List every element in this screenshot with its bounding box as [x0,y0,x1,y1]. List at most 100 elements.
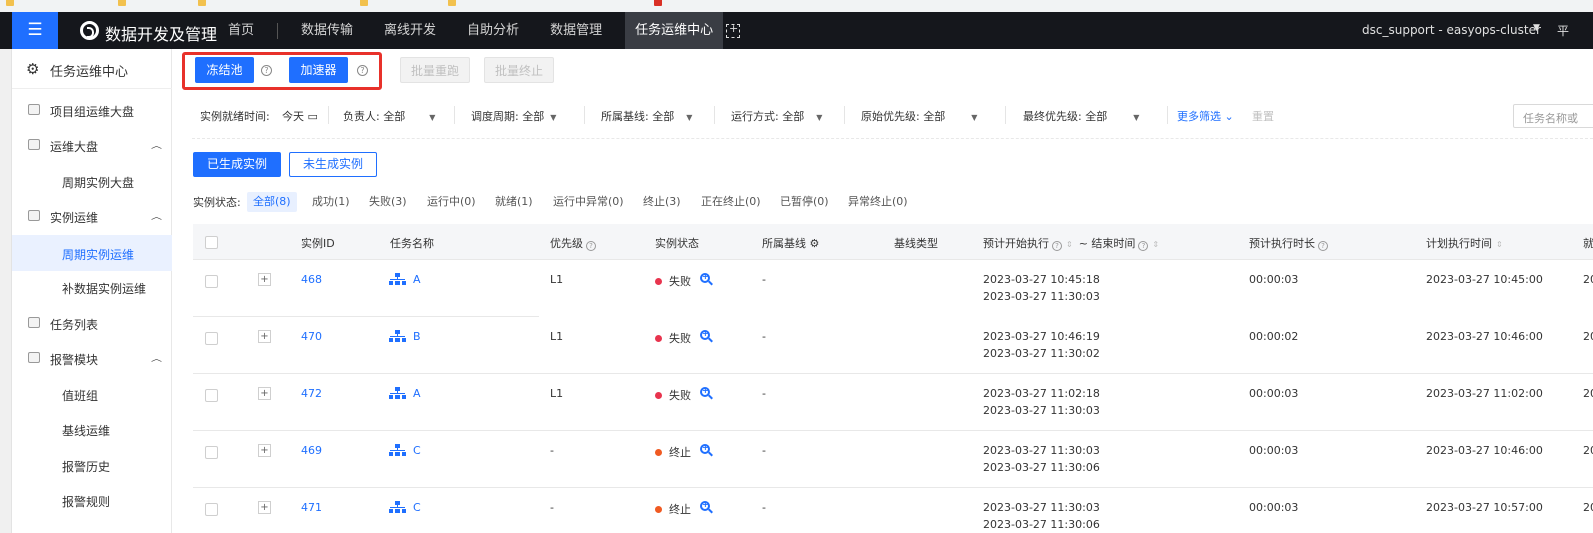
user-cluster-switcher[interactable]: dsc_support - easyops-cluster [1362,23,1541,37]
tab-not-generated-instances[interactable]: 未生成实例 [289,152,378,177]
nav-home[interactable]: 首页 [220,12,262,49]
nav-task-ops-center[interactable]: 任务运维中心 [625,12,724,49]
status-chip-paused[interactable]: 已暂停(0) [774,192,835,212]
task-name-link[interactable]: C [413,444,421,457]
nav-data-transfer[interactable]: 数据传输 [293,12,361,49]
col-plan-time-label: 计划执行时间 [1426,237,1492,250]
table-row[interactable]: +470 B L1 失败 + - 2023-03-27 10:46:19 2023-03-27… [193,317,1593,374]
zoom-in-icon[interactable]: + [700,386,713,400]
annotation-highlight-box [182,52,382,90]
sort-icon[interactable]: ⇕ [1066,240,1073,249]
dag-tree-icon [389,444,406,457]
nav-data-management[interactable]: 数据管理 [542,12,610,49]
sidebar-item-alarm-module[interactable]: 报警模块 ︿ [12,342,172,374]
sidebar-item-alarm-history[interactable]: 报警历史 [12,449,172,481]
zoom-in-icon[interactable]: + [700,500,713,514]
batch-rerun-button[interactable]: 批量重跑 [400,57,470,83]
cycle-filter[interactable]: 调度周期: 全部 ▼ [471,108,556,124]
reset-button[interactable]: 重置 [1252,108,1274,124]
status-chip-stopping[interactable]: 正在终止(0) [695,192,767,212]
end-time-value: 2023-03-27 11:30:06 [983,461,1100,474]
status-chip-running-error[interactable]: 运行中异常(0) [547,192,630,212]
status-chip-all[interactable]: 全部(8) [247,192,297,212]
batch-stop-button[interactable]: 批量终止 [484,57,554,83]
task-name-link[interactable]: B [413,330,421,343]
zoom-plus: + [702,443,709,452]
instance-id-link[interactable]: 470 [301,330,322,343]
sort-icon[interactable]: ⇕ [1152,240,1159,249]
status-chip-stopped[interactable]: 终止(3) [637,192,687,212]
task-name-link[interactable]: A [413,387,421,400]
table-row[interactable]: +469 C - 终止 + - 2023-03-27 11:30:03 2023-03-27 … [193,431,1593,488]
owner-filter[interactable]: 负责人: 全部 ▼ [343,108,435,124]
expand-row-button[interactable]: + [258,501,271,514]
status-chip-success[interactable]: 成功(1) [306,192,356,212]
instance-id-link[interactable]: 471 [301,501,322,514]
ready-time-picker[interactable]: 今天 ▭ [282,108,318,124]
help-icon[interactable]: ? [586,241,596,251]
instance-id-link[interactable]: 469 [301,444,322,457]
sidebar-item-baseline-ops[interactable]: 基线运维 [12,413,172,445]
row-checkbox[interactable] [205,389,218,402]
menu-toggle-button[interactable]: ☰ [12,12,58,49]
expand-row-button[interactable]: + [258,387,271,400]
caret-down-icon[interactable]: ▼ [1533,23,1540,33]
row-checkbox[interactable] [205,503,218,516]
table-row[interactable]: +472 A L1 失败 + - 2023-03-27 11:02:18 2023-03-27… [193,374,1593,431]
zoom-in-icon[interactable]: + [700,329,713,343]
final-priority-filter[interactable]: 最终优先级: 全部 ▼ [1023,108,1139,124]
sidebar-item-backfill-instance-ops[interactable]: 补数据实例运维 [12,271,172,303]
sidebar-item-task-list[interactable]: 任务列表 [12,307,172,339]
table-row[interactable]: +468 A L1 失败 + - 2023-03-27 10:45:18 2023-03-27… [193,260,1593,317]
instance-id-link[interactable]: 472 [301,387,322,400]
row-checkbox[interactable] [205,446,218,459]
sidebar-item-cycle-instance-ops[interactable]: 周期实例运维 [12,235,172,271]
sidebar-item-duty-group[interactable]: 值班组 [12,378,172,410]
status-chip-running[interactable]: 运行中(0) [421,192,482,212]
task-search-input[interactable]: 任务名称或 [1513,104,1593,128]
sidebar-item-cycle-instance-dashboard[interactable]: 周期实例大盘 [12,165,172,197]
expand-row-button[interactable]: + [258,273,271,286]
row-checkbox[interactable] [205,275,218,288]
sidebar-item-instance-ops[interactable]: 实例运维 ︿ [12,200,172,232]
help-icon[interactable]: ? [1138,241,1149,251]
status-chip-failed[interactable]: 失败(3) [363,192,413,212]
more-filters-link[interactable]: 更多筛选 ⌄ [1177,108,1234,124]
zoom-in-icon[interactable]: + [700,272,713,286]
status-chip-ready[interactable]: 就绪(1) [489,192,539,212]
task-name-link[interactable]: A [413,273,421,286]
table-row[interactable]: +471 C - 终止 + - 2023-03-27 11:30:03 2023-03-27 … [193,488,1593,533]
select-all-checkbox[interactable] [205,236,218,249]
tab-generated-instances[interactable]: 已生成实例 [193,152,282,177]
add-tab-icon[interactable] [726,22,740,38]
app-brand[interactable]: 数据开发及管理 [105,21,217,45]
zoom-in-icon[interactable]: + [700,443,713,457]
tree-node [395,452,400,456]
nav-self-analysis[interactable]: 自助分析 [459,12,527,49]
instance-id-link[interactable]: 468 [301,273,322,286]
row-checkbox[interactable] [205,332,218,345]
sidebar-item-project-dashboard[interactable]: 项目组运维大盘 [12,94,172,126]
run-mode-filter[interactable]: 运行方式: 全部 ▼ [731,108,822,124]
expected-duration-value: 00:00:03 [1249,273,1299,286]
sort-icon[interactable]: ⇕ [1496,240,1503,249]
original-priority-filter[interactable]: 原始优先级: 全部 ▼ [861,108,977,124]
nav-offline-dev[interactable]: 离线开发 [376,12,444,49]
instance-state-value: 失败 [669,389,691,402]
expand-row-button[interactable]: + [258,444,271,457]
sidebar-item-alarm-rules[interactable]: 报警规则 [12,484,172,516]
help-icon[interactable]: ? [1052,241,1062,251]
status-chip-abnormal-stop[interactable]: 异常终止(0) [842,192,914,212]
settings-icon[interactable]: ⚙ [810,237,820,250]
sidebar-item-ops-dashboard[interactable]: 运维大盘 ︿ [12,129,172,161]
tree-node [389,509,393,513]
zoom-plus: + [702,329,709,338]
zoom-handle [708,337,713,343]
col-instance-state: 实例状态 [655,237,699,250]
sidebar-item-label: 基线运维 [62,424,111,438]
instance-state-value: 终止 [669,503,691,516]
task-name-link[interactable]: C [413,501,421,514]
expand-row-button[interactable]: + [258,330,271,343]
help-icon[interactable]: ? [1318,241,1328,251]
baseline-filter[interactable]: 所属基线: 全部 ▼ [601,108,692,124]
